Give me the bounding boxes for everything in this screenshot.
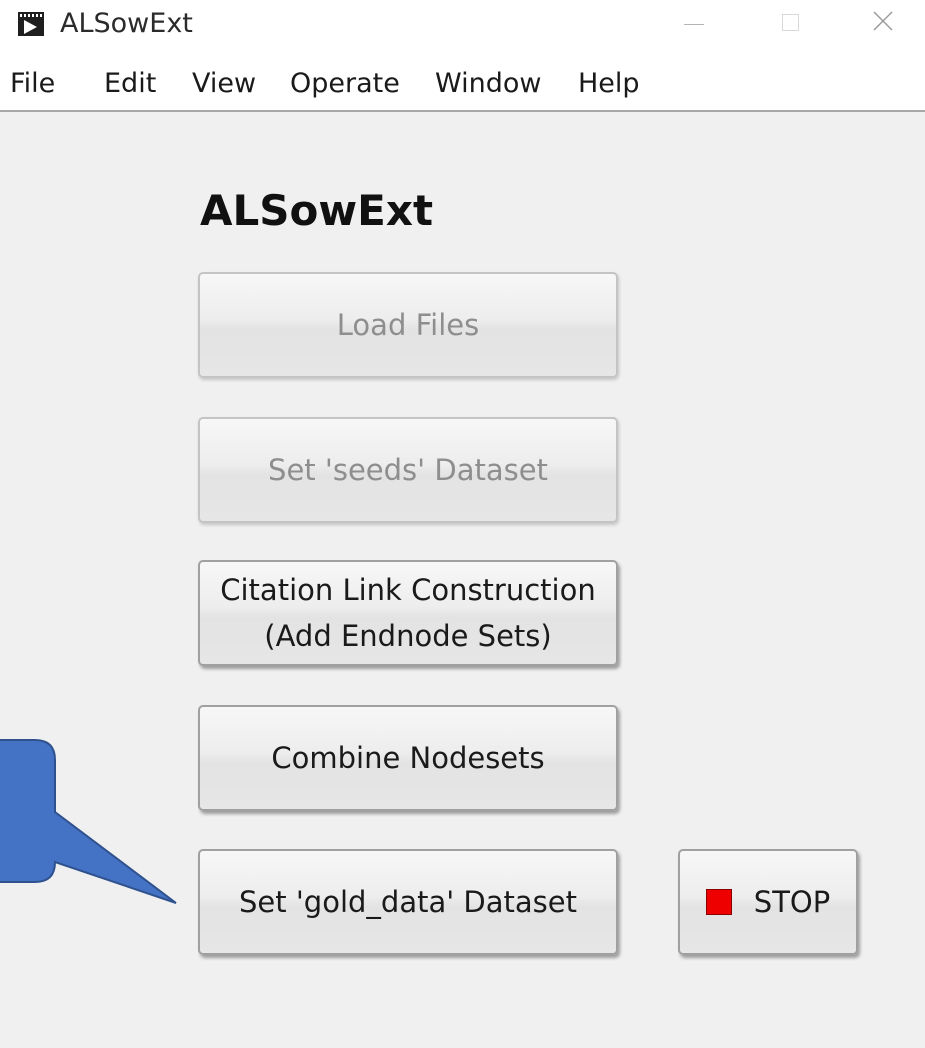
minimize-button[interactable] — [668, 0, 748, 50]
citation-button-label-line2: (Add Endnode Sets) — [264, 619, 552, 653]
menu-bar: File Edit View Operate Window Help — [0, 56, 925, 112]
stop-button[interactable]: STOP — [678, 849, 858, 955]
maximize-button[interactable] — [758, 0, 838, 50]
title-bar: ALSowExt — [0, 0, 925, 56]
close-icon — [873, 11, 893, 31]
app-icon — [18, 12, 44, 36]
window-title: ALSowExt — [60, 8, 193, 39]
set-seeds-dataset-button[interactable]: Set 'seeds' Dataset — [198, 417, 618, 523]
callout-shape — [0, 739, 177, 904]
menu-help[interactable]: Help — [578, 68, 640, 99]
menu-edit[interactable]: Edit — [104, 68, 156, 99]
load-files-button[interactable]: Load Files — [198, 272, 618, 378]
menu-window[interactable]: Window — [435, 68, 541, 99]
citation-link-construction-button[interactable]: Citation Link Construction (Add Endnode … — [198, 560, 618, 666]
stop-button-label: STOP — [753, 885, 831, 919]
panel-heading: ALSowExt — [200, 186, 434, 235]
close-button[interactable] — [850, 0, 920, 50]
minimize-icon — [684, 24, 704, 25]
citation-button-label-line1: Citation Link Construction — [220, 572, 596, 607]
menu-operate[interactable]: Operate — [290, 68, 400, 99]
menu-view[interactable]: View — [192, 68, 256, 99]
menu-file[interactable]: File — [10, 68, 55, 99]
maximize-icon — [782, 14, 799, 31]
combine-nodesets-button[interactable]: Combine Nodesets — [198, 705, 618, 811]
set-gold-data-dataset-button[interactable]: Set 'gold_data' Dataset — [198, 849, 618, 955]
stop-indicator-icon — [705, 889, 732, 915]
